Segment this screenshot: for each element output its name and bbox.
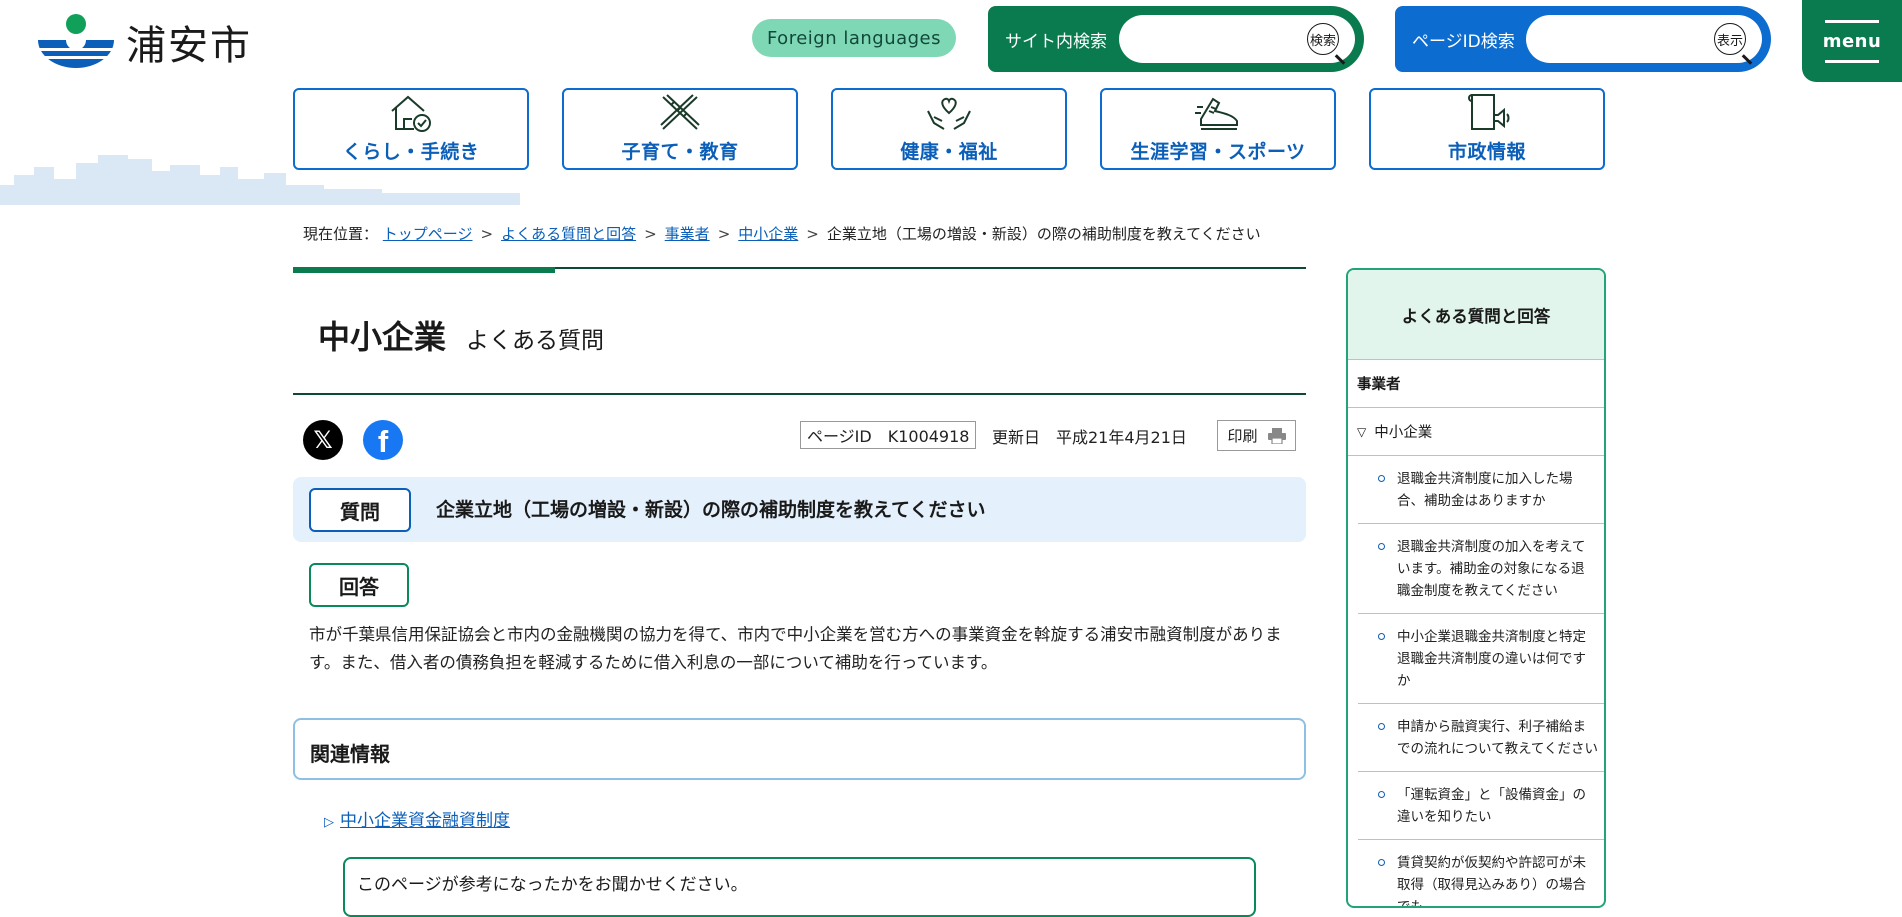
print-label: 印刷 xyxy=(1227,427,1258,445)
sidebar-question-text: 中小企業退職金共済制度と特定退職金共済制度の違いは何ですか xyxy=(1397,629,1586,689)
global-nav: くらし・手続き 子育て・教育 健康・福祉 生涯学習・スポーツ 市政情報 xyxy=(293,88,1605,170)
page-subtitle: よくある質問 xyxy=(466,328,604,354)
breadcrumb-link-faq[interactable]: よくある質問と回答 xyxy=(501,225,636,243)
site-search-button[interactable]: 検索 xyxy=(1307,23,1346,65)
page-title: 中小企業 xyxy=(318,318,447,356)
nav-label: 健康・福祉 xyxy=(900,141,998,163)
breadcrumb-separator: > xyxy=(480,225,494,243)
sidebar-heading[interactable]: よくある質問と回答 xyxy=(1348,270,1604,360)
nav-item-learning-sports[interactable]: 生涯学習・スポーツ xyxy=(1100,88,1336,170)
answer-badge: 回答 xyxy=(309,563,409,607)
sidebar-question-item[interactable]: 退職金共済制度に加入した場合、補助金はありますか xyxy=(1358,456,1604,524)
heart-hands-icon xyxy=(927,97,971,130)
faq-sidebar: よくある質問と回答 事業者 ▽ 中小企業 退職金共済制度に加入した場合、補助金は… xyxy=(1346,268,1606,908)
sidebar-question-item[interactable]: 中小企業退職金共済制度と特定退職金共済制度の違いは何ですか xyxy=(1358,614,1604,704)
page-id-badge: ページID K1004918 xyxy=(800,421,977,449)
sidebar-question-item[interactable]: 「運転資金」と「設備資金」の違いを知りたい xyxy=(1358,772,1604,840)
bullet-icon xyxy=(1378,475,1385,482)
breadcrumb-link-business[interactable]: 事業者 xyxy=(665,225,710,243)
nav-label: 子育て・教育 xyxy=(621,141,739,163)
print-button[interactable]: 印刷 xyxy=(1217,420,1296,451)
nav-item-health[interactable]: 健康・福祉 xyxy=(831,88,1067,170)
answer-text: 市が千葉県信用保証協会と市内の金融機関の協力を得て、市内で中小企業を営む方への事… xyxy=(309,625,1282,672)
magnifier-icon xyxy=(1334,54,1346,65)
nav-item-living[interactable]: くらし・手続き xyxy=(293,88,529,170)
breadcrumb-separator: > xyxy=(644,225,657,243)
house-check-icon xyxy=(391,95,431,132)
page-id-input[interactable]: 表示 xyxy=(1526,15,1762,65)
site-search-input[interactable]: 検索 xyxy=(1119,15,1355,65)
breadcrumb-link-sme[interactable]: 中小企業 xyxy=(738,225,798,243)
nav-label: くらし・手続き xyxy=(342,141,480,163)
nav-item-childcare[interactable]: 子育て・教育 xyxy=(562,88,798,170)
site-logo[interactable]: 浦安市 xyxy=(36,12,252,72)
x-share-icon[interactable]: 𝕏 xyxy=(303,420,343,460)
document-speaker-icon xyxy=(1468,94,1510,130)
printer-icon xyxy=(1267,427,1286,444)
sidebar-question-text: 「運転資金」と「設備資金」の違いを知りたい xyxy=(1397,787,1586,825)
nav-label: 市政情報 xyxy=(1447,141,1526,163)
related-link-item: ▷ 中小企業資金融資制度 xyxy=(324,806,510,831)
sidebar-question-item[interactable]: 退職金共済制度の加入を考えています。補助金の対象になる退職金制度を教えてください xyxy=(1358,524,1604,614)
menu-line-icon xyxy=(1825,59,1879,63)
title-accent-bar xyxy=(293,267,555,273)
page-id-search-label: ページID検索 xyxy=(1412,31,1515,52)
breadcrumb-prefix: 現在位置： xyxy=(303,225,379,243)
question-text: 企業立地（工場の増設・新設）の際の補助制度を教えてください xyxy=(436,499,986,521)
bullet-icon xyxy=(1378,859,1385,866)
sidebar-subcategory-label: 中小企業 xyxy=(1374,425,1433,441)
sidebar-question-list: 退職金共済制度に加入した場合、補助金はありますか 退職金共済制度の加入を考えてい… xyxy=(1358,456,1604,908)
related-info-title: 関連情報 xyxy=(310,742,390,766)
sidebar-question-text: 申請から融資実行、利子補給までの流れについて教えてください xyxy=(1397,719,1599,757)
site-search-button-label: 検索 xyxy=(1309,33,1336,49)
sidebar-question-text: 賃貸契約が仮契約や許認可が未取得（取得見込みあり）の場合でも xyxy=(1397,855,1586,908)
breadcrumb-current: 企業立地（工場の増設・新設）の際の補助制度を教えてください xyxy=(826,225,1261,243)
bullet-icon xyxy=(1378,723,1385,730)
menu-line-icon xyxy=(1825,19,1879,23)
site-search: サイト内検索 検索 xyxy=(988,6,1364,72)
bullet-icon xyxy=(1378,633,1385,640)
breadcrumb-separator: > xyxy=(806,225,819,243)
page-id-search-button[interactable]: 表示 xyxy=(1714,23,1753,65)
feedback-prompt: このページが参考になったかをお聞かせください。 xyxy=(357,875,748,895)
logo-text: 浦安市 xyxy=(126,23,252,69)
question-badge: 質問 xyxy=(309,488,411,532)
nav-label: 生涯学習・スポーツ xyxy=(1130,141,1306,163)
foreign-languages-button[interactable]: Foreign languages xyxy=(752,19,956,57)
sidebar-question-text: 退職金共済制度の加入を考えています。補助金の対象になる退職金制度を教えてください xyxy=(1397,539,1586,599)
ruler-pencil-icon xyxy=(660,94,700,130)
breadcrumb-separator: > xyxy=(717,225,731,243)
menu-label: menu xyxy=(1822,30,1882,52)
menu-button[interactable]: menu xyxy=(1802,0,1902,82)
city-emblem-icon xyxy=(38,14,114,68)
breadcrumb-link-top[interactable]: トップページ xyxy=(383,225,473,243)
sidebar-subcategory[interactable]: ▽ 中小企業 xyxy=(1348,408,1604,456)
site-search-label: サイト内検索 xyxy=(1005,31,1107,52)
bullet-icon xyxy=(1378,791,1385,798)
nav-item-city-government[interactable]: 市政情報 xyxy=(1369,88,1605,170)
bullet-icon xyxy=(1378,543,1385,550)
updated-date: 更新日 平成21年4月21日 xyxy=(992,428,1187,447)
magnifier-icon xyxy=(1741,54,1753,65)
facebook-share-icon[interactable]: f xyxy=(363,420,403,460)
page-id-search: ページID検索 表示 xyxy=(1395,6,1771,72)
sidebar-category[interactable]: 事業者 xyxy=(1348,360,1604,408)
triangle-right-icon: ▷ xyxy=(324,815,334,830)
sidebar-question-item[interactable]: 申請から融資実行、利子補給までの流れについて教えてください xyxy=(1358,704,1604,772)
page-id-search-button-label: 表示 xyxy=(1716,33,1743,49)
title-bottom-divider xyxy=(293,393,1306,395)
sidebar-question-text: 退職金共済制度に加入した場合、補助金はありますか xyxy=(1397,471,1573,509)
breadcrumb: 現在位置： トップページ > よくある質問と回答 > 事業者 > 中小企業 > 企業立地（工場の… xyxy=(303,223,1261,244)
related-info-box xyxy=(293,718,1306,780)
triangle-down-icon: ▽ xyxy=(1357,424,1367,439)
sidebar-question-item[interactable]: 賃貸契約が仮契約や許認可が未取得（取得見込みあり）の場合でも xyxy=(1358,840,1604,908)
related-link-sme-loan[interactable]: 中小企業資金融資制度 xyxy=(340,811,510,831)
shoe-icon xyxy=(1195,97,1238,130)
